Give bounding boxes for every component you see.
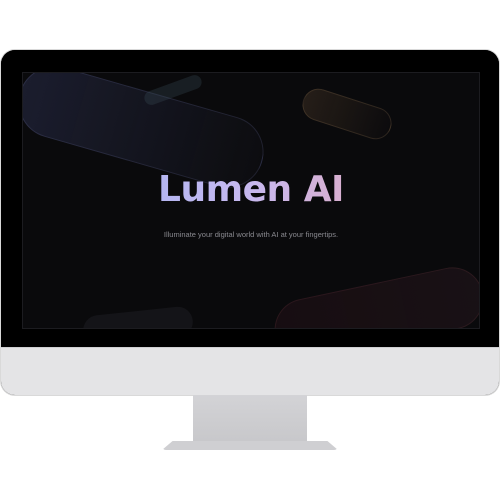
decorative-glow-shape [298, 84, 396, 144]
monitor-stand-base [162, 441, 338, 450]
hero-subtitle: Illuminate your digital world with AI at… [163, 230, 339, 239]
decorative-glow-shape [81, 305, 195, 328]
decorative-glow-shape [268, 261, 479, 328]
monitor-frame: Lumen AI Illuminate your digital world w… [1, 50, 499, 395]
hero-title: Lumen AI [23, 169, 479, 210]
monitor-screen: Lumen AI Illuminate your digital world w… [22, 72, 480, 329]
monitor-stand-neck [193, 395, 307, 445]
monitor-chin [1, 347, 499, 395]
